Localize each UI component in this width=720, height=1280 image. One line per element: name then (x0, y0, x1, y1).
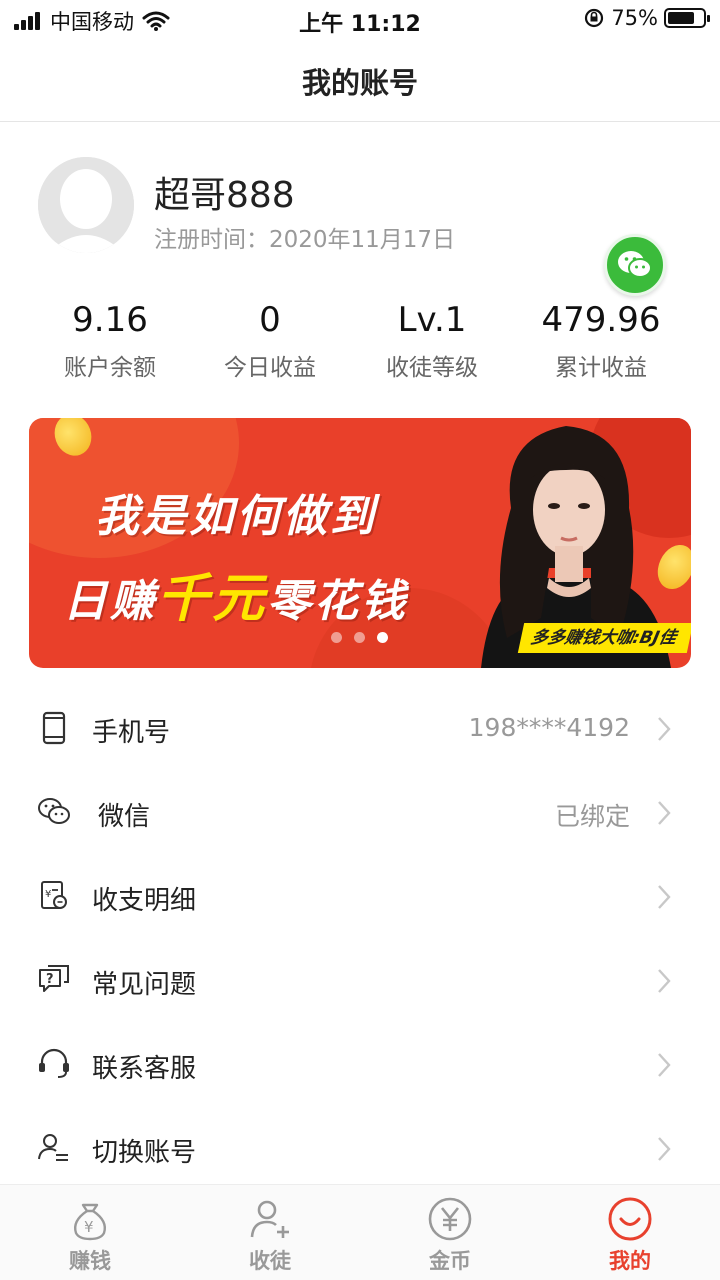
stats-row: 9.16 账户余额 0 今日收益 Lv.1 收徒等级 479.96 累计收益 (0, 298, 720, 388)
menu-item-label: 常见问题 (92, 970, 197, 1000)
svg-text:¥: ¥ (84, 1218, 94, 1236)
carousel-dot[interactable] (331, 632, 342, 643)
stat-total-income[interactable]: 479.96 累计收益 (511, 298, 691, 382)
menu-item-value: 198****4192 (468, 713, 630, 742)
username: 超哥888 (154, 175, 295, 216)
page-title: 我的账号 (301, 66, 418, 100)
menu-item-value: 已绑定 (554, 802, 630, 831)
battery-percent: 75% (611, 6, 658, 30)
register-time: 注册时间：2020年11月17日 (154, 227, 456, 253)
tab-label: 赚钱 (69, 1249, 111, 1273)
banner-tag: 多多赚钱大咖:BJ佳 (517, 623, 691, 653)
rotation-lock-icon (585, 8, 604, 28)
chevron-right-icon (658, 1053, 671, 1077)
headset-icon (39, 1048, 69, 1078)
svg-text:¥: ¥ (45, 889, 51, 900)
tab-label: 我的 (609, 1249, 651, 1273)
stat-value: 479.96 (541, 300, 661, 340)
menu-item-label: 微信 (98, 802, 151, 832)
carousel-dot-active[interactable] (377, 632, 388, 643)
chevron-right-icon (658, 969, 671, 993)
stat-label: 收徒等级 (386, 355, 478, 381)
avatar[interactable] (38, 157, 134, 253)
wechat-icon (38, 798, 70, 824)
status-bar: 中国移动 上午 11:12 75% (0, 0, 720, 40)
stat-value: 0 (259, 300, 281, 340)
menu-item-customer-service[interactable]: 联系客服 (0, 1024, 720, 1108)
tab-earn[interactable]: ¥ 赚钱 (0, 1185, 180, 1280)
tab-bar: ¥ 赚钱 收徒 金币 我的 (0, 1184, 720, 1280)
smile-icon (608, 1197, 652, 1241)
coin-icon (428, 1197, 472, 1241)
tab-label: 收徒 (249, 1249, 291, 1273)
menu-item-faq[interactable]: ? 常见问题 (0, 940, 720, 1024)
stat-value: 9.16 (72, 300, 148, 340)
tab-coins[interactable]: 金币 (360, 1185, 540, 1280)
stat-label: 今日收益 (224, 355, 316, 381)
menu-item-switch-account[interactable]: 切换账号 (0, 1108, 720, 1192)
stat-label: 累计收益 (555, 355, 647, 381)
svg-text:?: ? (46, 972, 54, 987)
stat-value: Lv.1 (397, 300, 467, 340)
money-bag-icon: ¥ (73, 1203, 107, 1241)
tab-label: 金币 (429, 1249, 471, 1273)
wechat-badge[interactable] (604, 234, 666, 296)
stat-label: 账户余额 (64, 355, 156, 381)
menu-item-label: 手机号 (92, 718, 171, 748)
menu-item-label: 联系客服 (92, 1054, 197, 1084)
battery-icon (664, 8, 710, 28)
menu-item-phone[interactable]: 手机号 198****4192 (0, 688, 720, 772)
menu-item-wechat[interactable]: 微信 已绑定 (0, 772, 720, 856)
carousel-dot[interactable] (354, 632, 365, 643)
ledger-icon: ¥ (41, 881, 67, 909)
promo-banner[interactable]: 我是如何做到 日赚千元零花钱 多多赚钱大咖:BJ佳 (29, 418, 691, 668)
banner-headline-suffix: 零花钱 (267, 576, 409, 627)
chevron-right-icon (658, 717, 671, 741)
tab-mine[interactable]: 我的 (540, 1185, 720, 1280)
banner-headline-prefix: 日赚 (63, 576, 157, 627)
menu-item-label: 收支明细 (92, 886, 197, 916)
default-avatar-icon (38, 157, 134, 253)
menu-item-transactions[interactable]: ¥ 收支明细 (0, 856, 720, 940)
banner-headline-2: 日赚千元零花钱 (63, 556, 408, 631)
faq-icon: ? (39, 965, 69, 992)
switch-account-icon (38, 1134, 68, 1161)
banner-headline-1: 我是如何做到 (95, 491, 377, 542)
stat-today-income[interactable]: 0 今日收益 (180, 298, 360, 382)
carousel-indicator (331, 632, 400, 643)
chevron-right-icon (658, 885, 671, 909)
wechat-icon (618, 251, 652, 278)
tab-recruit[interactable]: 收徒 (180, 1185, 360, 1280)
menu-item-label: 切换账号 (92, 1138, 197, 1168)
chevron-right-icon (658, 801, 671, 825)
nav-bar: 我的账号 (0, 40, 720, 122)
banner-headline-highlight: 千元 (157, 569, 268, 629)
stat-balance[interactable]: 9.16 账户余额 (20, 298, 200, 382)
chevron-right-icon (658, 1137, 671, 1161)
status-right: 75% (583, 6, 710, 30)
phone-icon (42, 711, 66, 745)
add-user-icon (250, 1200, 289, 1238)
stat-level[interactable]: Lv.1 收徒等级 (342, 298, 522, 382)
